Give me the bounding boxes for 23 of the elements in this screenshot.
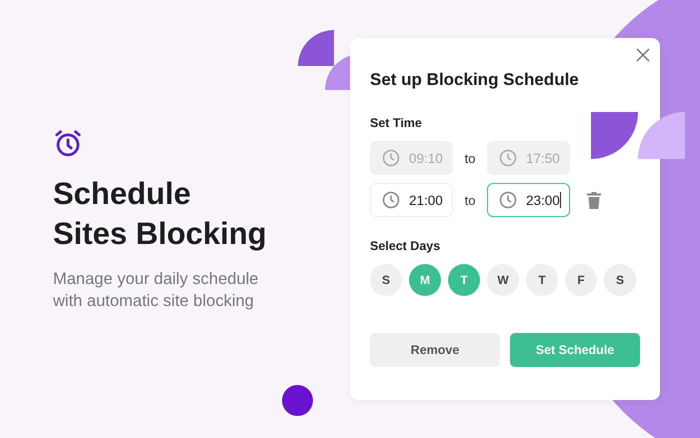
trash-icon[interactable] <box>587 192 601 208</box>
alarm-clock-icon <box>53 128 83 158</box>
decorative-dot <box>282 385 313 416</box>
day-toggle[interactable]: S <box>370 264 402 296</box>
clock-icon <box>382 191 400 209</box>
clock-icon <box>499 191 517 209</box>
day-toggle[interactable]: W <box>487 264 519 296</box>
day-toggle[interactable]: S <box>604 264 636 296</box>
section-label: Select Days <box>370 239 442 253</box>
day-toggle[interactable]: T <box>526 264 558 296</box>
hero-title: Schedule Sites Blocking <box>53 175 268 253</box>
section-label: Set Time <box>370 116 423 130</box>
day-toggle[interactable]: F <box>565 264 597 296</box>
hero-subtitle: Manage your daily schedule with automatic site blocking <box>53 269 260 312</box>
clock-icon <box>382 149 400 167</box>
close-icon[interactable] <box>636 48 650 62</box>
time-field[interactable]: 23:00 <box>487 183 570 217</box>
remove-button[interactable]: Remove <box>370 333 500 367</box>
clock-icon <box>499 149 517 167</box>
separator-text: to <box>464 192 476 208</box>
separator-text: to <box>464 150 476 166</box>
dialog-title: Set up Blocking Schedule <box>370 70 580 90</box>
time-field[interactable]: 21:00 <box>370 183 453 217</box>
